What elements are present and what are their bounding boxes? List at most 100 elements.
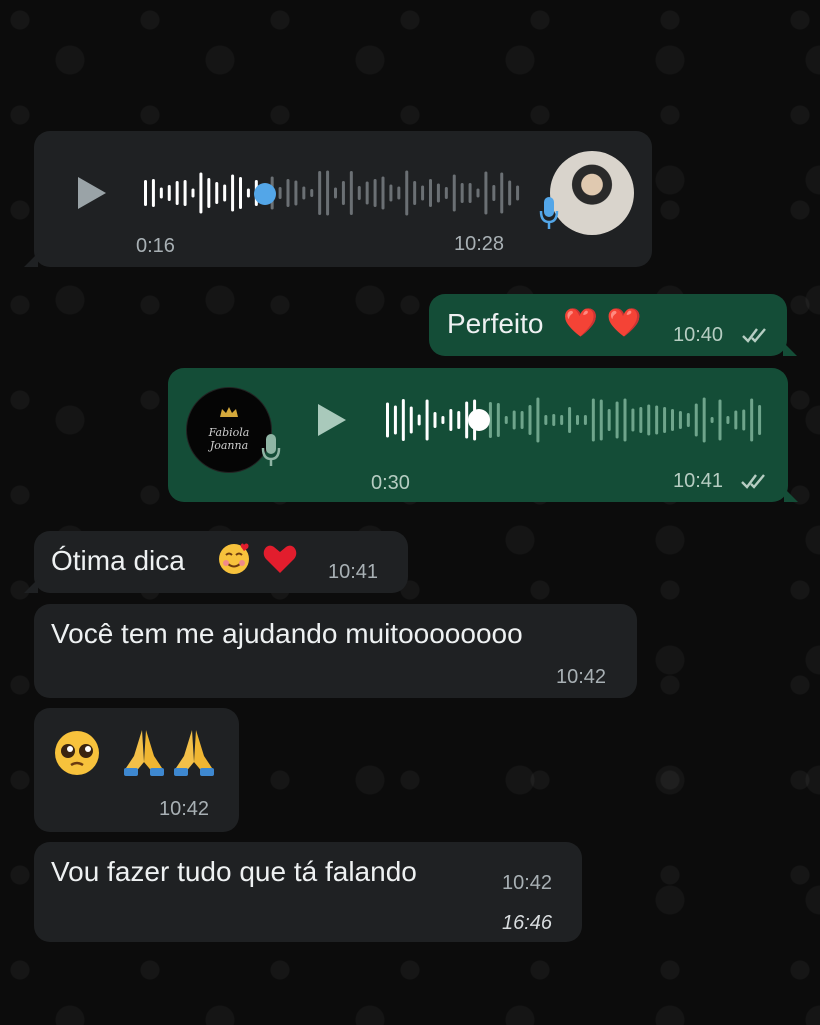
waveform-bar: [441, 416, 445, 424]
pleading-face-emoji: [55, 731, 99, 775]
crown-icon: [220, 407, 238, 417]
waveform-bar: [583, 415, 587, 425]
folded-hands-emoji: [124, 730, 164, 776]
waveform-bar: [341, 181, 345, 205]
playback-position-dot[interactable]: [254, 183, 276, 205]
waveform-bar: [750, 398, 754, 442]
waveform-bar: [302, 186, 306, 200]
message-time: 10:42: [502, 872, 553, 894]
waveform-bar: [389, 184, 393, 202]
message-time: 10:28: [454, 233, 505, 255]
waveform-bar: [444, 187, 448, 199]
waveform-bar: [239, 177, 242, 209]
waveform-bar: [710, 417, 714, 423]
waveform-bar: [671, 409, 674, 431]
incoming-text-message[interactable]: Você tem me ajudando muitoooooooo 10:42: [34, 604, 637, 698]
waveform-bar: [544, 415, 548, 425]
waveform-bar: [199, 172, 203, 214]
outgoing-text-message[interactable]: Perfeito ❤️ ❤️ 10:40: [429, 294, 797, 356]
waveform-bar: [758, 405, 762, 435]
waveform-bar: [310, 189, 314, 197]
message-time: 10:41: [673, 470, 724, 492]
waveform-bar: [246, 188, 250, 198]
incoming-text-message[interactable]: Ótima dica 10:41: [24, 531, 408, 593]
waveform-bar: [496, 403, 500, 437]
waveform-bar: [449, 409, 453, 431]
waveform-bar: [599, 399, 603, 441]
waveform-bar: [631, 408, 635, 432]
waveform-bar: [215, 182, 219, 204]
waveform-bar: [536, 397, 540, 443]
waveform-bar: [560, 415, 564, 425]
waveform-bar: [429, 179, 432, 207]
waveform-bar: [381, 176, 385, 210]
waveform-bar: [349, 171, 353, 215]
waveform-bar: [552, 414, 556, 426]
waveform-bar: [183, 180, 187, 206]
waveform-bar: [457, 411, 461, 429]
waveform-bar: [686, 413, 690, 427]
waveform-bar: [742, 409, 746, 431]
waveform-bar: [500, 172, 504, 214]
voice-duration: 0:16: [136, 235, 175, 257]
waveform-bar: [386, 402, 389, 438]
message-text: Você tem me ajudando muitoooooooo: [51, 618, 523, 649]
waveform-bar: [223, 184, 227, 202]
waveform-bar: [425, 399, 429, 441]
waveform-bar: [512, 410, 516, 430]
waveform-bar: [231, 174, 235, 212]
incoming-voice-message[interactable]: 0:16 10:28: [24, 131, 652, 267]
waveform-bar: [591, 398, 595, 442]
waveform-bar: [678, 411, 682, 429]
microphone-icon: [261, 434, 281, 466]
folded-hands-emoji: [174, 730, 214, 776]
message-text: Ótima dica: [51, 545, 185, 576]
waveform-bar: [207, 178, 211, 208]
waveform-bar: [436, 183, 440, 203]
play-icon[interactable]: [318, 404, 346, 436]
waveform-bar: [409, 406, 413, 434]
play-icon[interactable]: [78, 177, 106, 209]
incoming-emoji-message[interactable]: 10:42: [34, 708, 239, 832]
waveform-bar: [607, 409, 611, 431]
timestamp-watermark: 16:46: [502, 912, 553, 934]
outgoing-voice-message[interactable]: Fabiola Joanna 0:30 10:41: [168, 368, 798, 502]
voice-waveform[interactable]: [142, 163, 522, 223]
waveform-bar: [663, 407, 667, 433]
waveform-bar: [401, 399, 405, 441]
waveform-bar: [460, 183, 464, 203]
double-check-icon: [742, 328, 766, 343]
waveform-bar: [191, 188, 195, 198]
waveform-bar: [639, 407, 643, 433]
waveform-bar: [718, 399, 722, 441]
waveform-bar: [516, 185, 520, 201]
waveform-bar: [433, 412, 437, 428]
waveform-bar: [734, 410, 738, 430]
waveform-bar: [694, 403, 698, 437]
avatar-caption: Fabiola Joanna: [208, 426, 250, 452]
waveform-bar: [357, 186, 361, 200]
waveform-bar: [151, 179, 155, 207]
message-time: 10:42: [556, 666, 607, 688]
waveform-bar: [393, 405, 397, 435]
waveform-bar: [702, 397, 706, 443]
waveform-bar: [576, 415, 579, 425]
waveform-bar: [167, 185, 171, 201]
microphone-icon: [539, 197, 559, 229]
waveform-bar: [476, 188, 480, 198]
waveform-bar: [286, 179, 290, 207]
waveform-bar: [623, 398, 627, 442]
playback-position-dot[interactable]: [468, 409, 490, 431]
message-time: 10:42: [159, 798, 210, 820]
waveform-bar: [528, 405, 532, 435]
waveform-bar: [405, 170, 409, 216]
waveform-bar: [452, 174, 456, 212]
waveform-bar: [144, 180, 147, 206]
voice-duration: 0:30: [371, 472, 410, 494]
waveform-bar: [568, 407, 572, 433]
message-time: 10:40: [673, 324, 724, 346]
contact-avatar[interactable]: [550, 151, 634, 235]
voice-waveform[interactable]: [384, 390, 764, 450]
incoming-text-message[interactable]: Vou fazer tudo que tá falando 10:42 16:4…: [34, 842, 582, 942]
waveform-bar: [159, 187, 163, 199]
